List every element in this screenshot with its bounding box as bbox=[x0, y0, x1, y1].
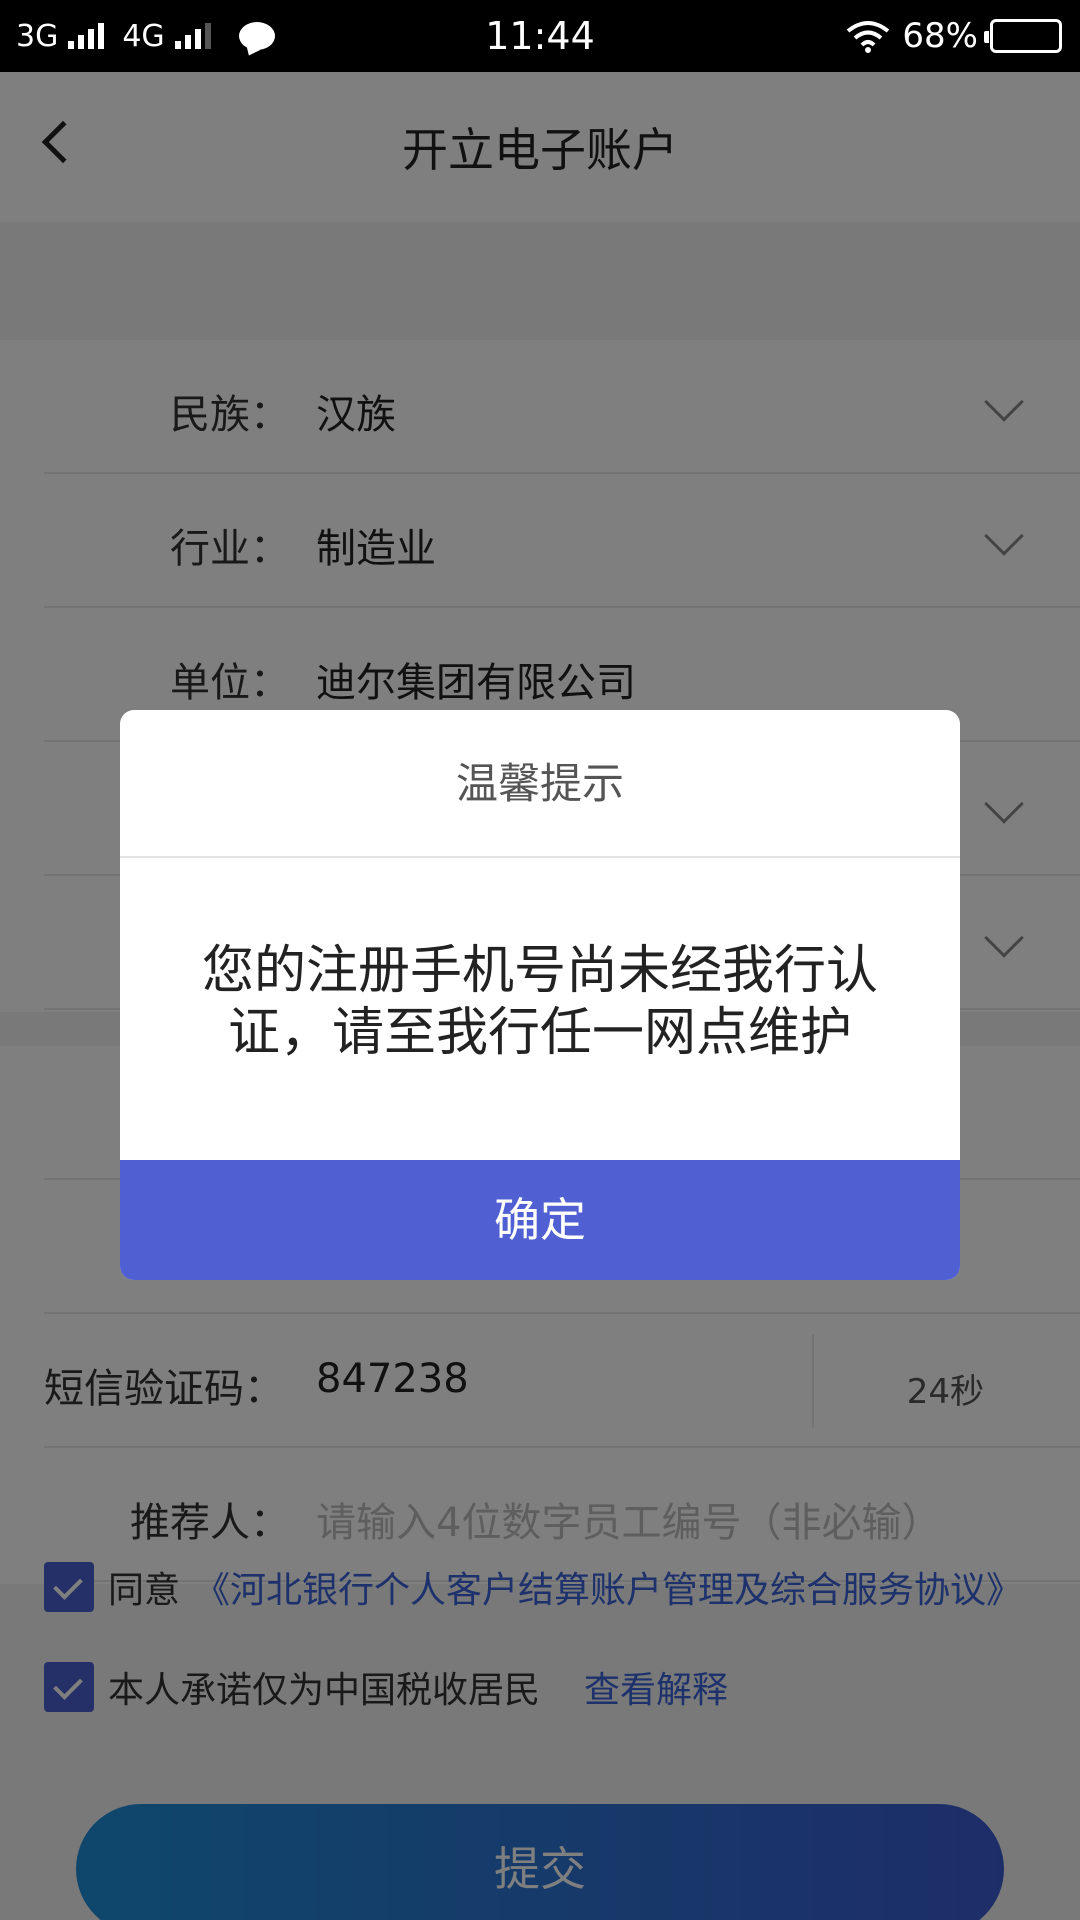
status-right: 68% bbox=[846, 0, 1062, 72]
status-bar: 3G 4G 11:44 68% bbox=[0, 0, 1080, 72]
alert-dialog: 温馨提示 您的注册手机号尚未经我行认证，请至我行任一网点维护 确定 bbox=[120, 710, 960, 1280]
dialog-title: 温馨提示 bbox=[120, 710, 960, 858]
battery-icon bbox=[984, 19, 1062, 53]
confirm-button[interactable]: 确定 bbox=[120, 1160, 960, 1280]
wifi-icon bbox=[847, 21, 890, 53]
battery-percent: 68% bbox=[902, 16, 978, 56]
dialog-message: 您的注册手机号尚未经我行认证，请至我行任一网点维护 bbox=[201, 941, 878, 1063]
